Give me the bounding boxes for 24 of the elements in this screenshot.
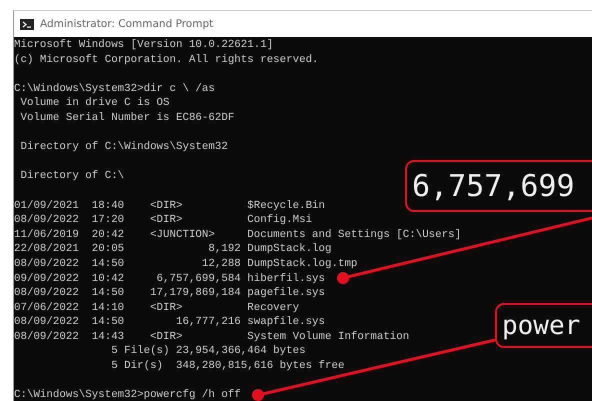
console-line: Volume in drive C is OS xyxy=(19,96,170,111)
window-title: Administrator: Command Prompt xyxy=(40,18,214,30)
terminal-icon xyxy=(20,18,34,30)
console-line: 08/09/2022 17:20 <DIR> Config.Msi xyxy=(14,213,312,228)
console-line: 07/06/2022 14:10 <DIR> Recovery xyxy=(14,300,300,316)
console-line: 5 File(s) 23,954,366,464 bytes xyxy=(110,344,306,360)
console-line: 11/06/2019 20:42 <JUNCTION> Documents and Settings [C:\Users] xyxy=(14,228,462,242)
console-line: 09/09/2022 10:42 6,757,699,584 hiberfil.sys xyxy=(14,272,326,286)
console-line: 08/09/2022 14:50 12,288 DumpStack.log.tmp xyxy=(14,256,358,272)
console-line: 08/09/2022 14:50 17,179,869,184 pagefile.sys xyxy=(14,286,326,301)
console-line: (c) Microsoft Corporation. All rights reserved. xyxy=(14,52,319,68)
console-line: 01/09/2021 18:40 <DIR> $Recycle.Bin xyxy=(14,198,326,214)
console-line: 22/08/2021 20:05 8,192 DumpStack.log xyxy=(14,242,332,257)
callout-label: 6,757,699 xyxy=(405,160,592,212)
console-line: 5 Dir(s) 348,280,815,616 bytes free xyxy=(110,359,344,374)
console-line: 08/09/2022 14:50 16,777,216 swapfile.sys xyxy=(14,315,326,330)
console-line: Directory of C:\Windows\System32 xyxy=(19,140,228,155)
console-line: Volume Serial Number is EC86-62DF xyxy=(19,110,234,126)
console-line: C:\Windows\System32>dir c \ /as xyxy=(14,82,215,96)
console-line: 08/09/2022 14:43 <DIR> System Volume Information xyxy=(14,330,410,344)
console-line: Directory of C:\ xyxy=(19,169,124,184)
console-line: Microsoft Windows [Version 10.0.22621.1] xyxy=(14,38,274,53)
callout-label: power xyxy=(495,303,592,348)
console-line: C:\Windows\System32>powercfg /h off xyxy=(14,388,241,401)
